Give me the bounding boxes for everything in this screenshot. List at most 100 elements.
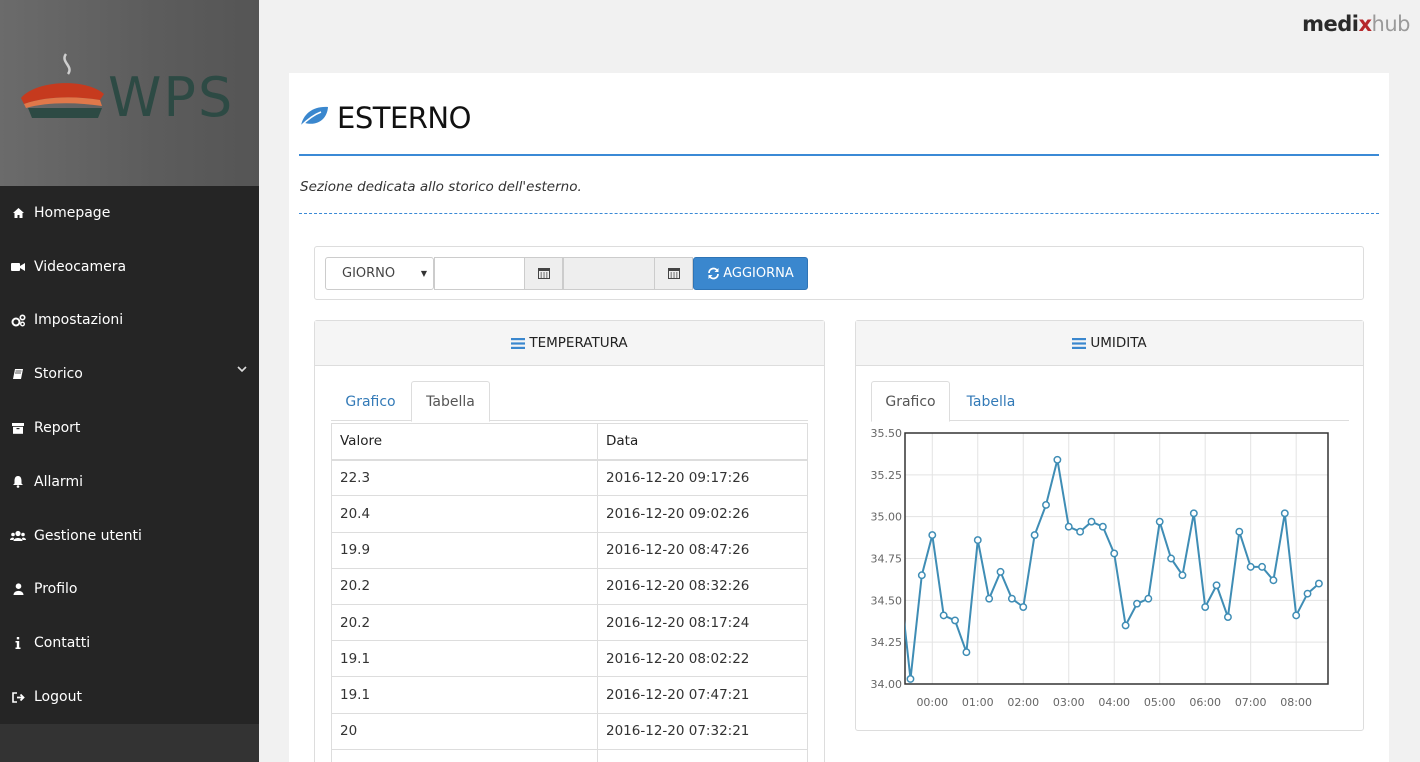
date-cell: 2016-12-20 09:17:26	[597, 459, 808, 497]
temperature-table: Valore Data 22.3 2016-12-20 09:17:26 20.4…	[331, 422, 808, 762]
filter-bar: GIORNO ▼ AGGIORNA	[314, 246, 1364, 300]
end-date-input[interactable]	[563, 257, 655, 290]
refresh-button[interactable]: AGGIORNA	[693, 257, 808, 290]
x-tick-label: 02:00	[1007, 696, 1039, 709]
table-row	[331, 748, 808, 762]
data-point	[1201, 603, 1210, 611]
data-point	[1258, 562, 1266, 571]
sidebar-item-profilo[interactable]: Profilo	[0, 563, 259, 617]
x-tick-label: 00:00	[916, 696, 948, 709]
end-calendar-button[interactable]	[654, 257, 693, 290]
brand-logo[interactable]: medixhub	[1302, 12, 1410, 36]
sidebar-item-label: Allarmi	[34, 473, 83, 490]
value-cell: 20.2	[331, 603, 598, 642]
value-cell: 22.3	[331, 459, 598, 497]
x-tick-label: 04:00	[1098, 696, 1130, 709]
data-point	[906, 675, 915, 683]
value-cell: 19.9	[331, 531, 598, 569]
data-point	[1144, 594, 1153, 603]
calendar-icon	[667, 264, 680, 283]
column-header-valore[interactable]: Valore	[331, 422, 598, 461]
bell-icon	[10, 475, 26, 489]
video-camera-icon	[10, 262, 26, 272]
humidity-panel: UMIDITA Grafico Tabella 34.00 34.25 34.50 3…	[855, 320, 1364, 731]
period-select[interactable]: GIORNO ▼	[325, 257, 434, 290]
sidebar-item-gestione-utenti[interactable]: Gestione utenti	[0, 509, 259, 563]
calendar-icon	[537, 264, 550, 283]
data-point	[1314, 579, 1323, 588]
x-tick-label: 05:00	[1144, 696, 1176, 709]
table-row: 22.3 2016-12-20 09:17:26	[331, 459, 808, 497]
y-tick-label: 35.00	[871, 511, 903, 524]
sidebar-item-storico[interactable]: Storico	[0, 347, 259, 401]
series-line	[905, 459, 1320, 680]
data-point	[1053, 455, 1062, 464]
cogs-icon	[10, 314, 26, 327]
date-cell: 2016-12-20 08:32:26	[597, 567, 808, 605]
tab-tabella[interactable]: Tabella	[411, 381, 490, 422]
data-point	[962, 648, 971, 657]
value-cell: 19.1	[331, 640, 598, 678]
humidity-panel-title: UMIDITA	[1090, 335, 1147, 351]
brand-part-3: hub	[1371, 12, 1411, 36]
value-cell: 20.4	[331, 495, 598, 533]
sidebar-item-logout[interactable]: Logout	[0, 670, 259, 724]
value-cell: 20	[331, 712, 598, 750]
data-point	[928, 531, 937, 540]
sidebar-item-label: Contatti	[34, 635, 91, 652]
data-point	[1087, 517, 1096, 526]
sidebar-item-homepage[interactable]: Homepage	[0, 186, 259, 240]
data-point	[1098, 522, 1107, 531]
table-row: 20 2016-12-20 07:32:21	[331, 712, 808, 750]
brand-part-2: x	[1358, 12, 1373, 36]
table-row: 20.4 2016-12-20 09:02:26	[331, 495, 808, 533]
tab-grafico[interactable]: Grafico	[331, 381, 410, 422]
user-icon	[10, 583, 26, 596]
date-cell: 2016-12-20 08:17:24	[597, 603, 808, 642]
column-header-data[interactable]: Data	[597, 422, 808, 461]
x-tick-label: 03:00	[1053, 696, 1085, 709]
data-point	[1223, 613, 1232, 622]
date-cell	[597, 748, 808, 762]
page-header: ESTERNO	[299, 101, 471, 135]
data-point	[1212, 581, 1221, 590]
page-title: ESTERNO	[337, 101, 471, 135]
start-calendar-button[interactable]	[524, 257, 563, 290]
data-point	[1110, 549, 1119, 558]
x-tick-label: 01:00	[962, 696, 994, 709]
date-cell: 2016-12-20 08:02:22	[597, 640, 808, 678]
caret-down-icon: ▼	[420, 269, 427, 278]
data-point	[1121, 621, 1130, 630]
home-icon	[10, 207, 26, 219]
chevron-down-icon[interactable]	[237, 365, 247, 376]
sidebar-item-videocamera[interactable]: Videocamera	[0, 240, 259, 294]
refresh-icon	[707, 267, 720, 280]
app-logo[interactable]: WPS	[16, 50, 246, 130]
archive-icon	[10, 422, 26, 434]
humidity-panel-header: UMIDITA	[856, 321, 1363, 366]
sidebar-item-report[interactable]: Report	[0, 401, 259, 455]
table-row: 20.2 2016-12-20 08:32:26	[331, 567, 808, 605]
sidebar-item-label: Videocamera	[34, 258, 127, 275]
x-tick-label: 06:00	[1189, 696, 1221, 709]
humidity-chart[interactable]: 34.00 34.25 34.50 34.75 35.00 35.25 35.50 00:00…	[856, 381, 1363, 711]
table-row: 20.2 2016-12-20 08:17:24	[331, 603, 808, 642]
data-point	[917, 571, 926, 580]
sidebar-item-allarmi[interactable]: Allarmi	[0, 455, 259, 509]
main-panel: ESTERNO Sezione dedicata allo storico de…	[289, 73, 1389, 762]
data-point	[1178, 571, 1187, 580]
sidebar-menu: Homepage Videocamera Impostazioni Storic…	[0, 186, 259, 724]
logo-text: WPS	[108, 66, 235, 129]
info-icon	[10, 637, 26, 650]
period-select-value: GIORNO	[342, 266, 396, 281]
start-date-input[interactable]	[434, 257, 525, 290]
sidebar-item-label: Impostazioni	[34, 312, 124, 329]
pie-logo-icon	[21, 53, 104, 118]
sidebar-item-contatti[interactable]: Contatti	[0, 616, 259, 670]
sidebar: WPS Homepage Videocamera Impostazioni St…	[0, 0, 259, 762]
sign-out-icon	[10, 691, 26, 703]
sidebar-item-impostazioni[interactable]: Impostazioni	[0, 294, 259, 348]
list-icon	[1072, 337, 1087, 349]
data-point	[1064, 522, 1073, 531]
sidebar-item-label: Homepage	[34, 204, 111, 221]
